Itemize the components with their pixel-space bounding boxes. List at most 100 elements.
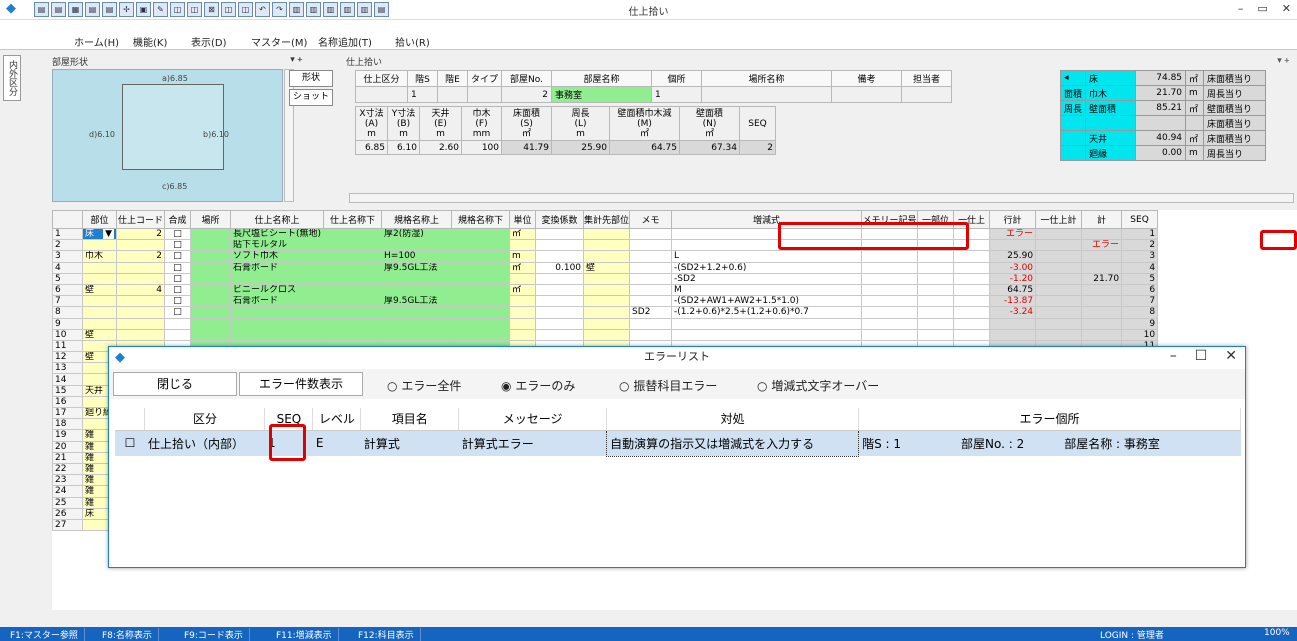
grid-cell[interactable] <box>1035 239 1083 252</box>
grid-cell[interactable] <box>1035 283 1083 297</box>
grid-col-header[interactable]: 一仕上計 <box>1035 210 1083 229</box>
grid-cell[interactable] <box>917 295 955 308</box>
grid-cell[interactable]: 2 <box>1121 239 1159 252</box>
grid-cell[interactable]: エラー <box>989 227 1037 241</box>
grid-cell[interactable] <box>1035 261 1083 274</box>
grid-cell[interactable] <box>629 227 673 241</box>
grid-cell[interactable] <box>535 306 585 319</box>
grid-cell[interactable] <box>323 283 383 297</box>
grid-col-header[interactable]: 集計先部位 <box>583 210 631 229</box>
grid-cell[interactable] <box>82 317 117 330</box>
grid-cell[interactable]: 3 <box>1121 250 1159 263</box>
dim-value[interactable]: 2.60 <box>419 140 462 155</box>
ribbon-pin-icon[interactable]: ▾ ᚐ <box>1277 56 1289 66</box>
grid-col-header[interactable]: 行計 <box>989 210 1037 229</box>
grid-row[interactable]: 8 □ SD2 -(1.2+0.6)*2.5+(1.2+0.6)*0.7 -3.24 8 <box>52 306 1159 319</box>
grid-row[interactable]: 99 <box>52 317 1159 330</box>
info-value[interactable] <box>437 86 468 103</box>
grid-cell[interactable] <box>629 328 673 341</box>
grid-col-header[interactable]: メモ <box>629 210 673 229</box>
menu-view[interactable]: 表示(D) <box>191 34 227 49</box>
grid-cell[interactable] <box>583 328 631 341</box>
grid-cell[interactable]: □ <box>164 227 191 241</box>
info-value[interactable] <box>901 86 953 103</box>
grid-cell[interactable]: 25.90 <box>989 250 1037 263</box>
grid-cell[interactable]: 石膏ボード <box>229 295 325 308</box>
grid-cell[interactable] <box>629 317 673 330</box>
grid-cell[interactable] <box>917 283 955 297</box>
grid-cell[interactable]: ㎡ <box>509 227 537 241</box>
info-value[interactable]: 1 <box>407 86 438 103</box>
grid-row[interactable]: 3 巾木 2 □ ソフト巾木 H=100 m L 25.90 3 <box>52 250 1159 263</box>
grid-cell[interactable]: □ <box>164 250 191 263</box>
grid-cell[interactable] <box>989 239 1037 252</box>
grid-cell[interactable] <box>917 328 955 341</box>
grid-cell[interactable]: ㎡ <box>509 261 537 274</box>
grid-cell[interactable] <box>190 261 231 274</box>
grid-cell[interactable] <box>190 227 231 241</box>
info-value[interactable] <box>831 86 903 103</box>
fkey-account[interactable]: F12:科目表示 <box>352 628 421 641</box>
grid-row[interactable]: 2 □ 貼下モルタル エラー 2 <box>52 239 1159 252</box>
grid-cell[interactable] <box>535 295 585 308</box>
grid-col-header[interactable]: 仕上コード <box>116 210 165 229</box>
grid-cell[interactable] <box>116 239 165 252</box>
grid-cell[interactable]: 9 <box>1121 317 1159 330</box>
grid-cell[interactable] <box>1035 295 1083 308</box>
grid-cell[interactable] <box>1081 227 1123 241</box>
grid-cell[interactable] <box>509 272 537 285</box>
info-value[interactable] <box>701 86 833 103</box>
grid-cell[interactable] <box>583 239 631 252</box>
grid-cell[interactable]: M <box>671 283 863 297</box>
fkey-code[interactable]: F9:コード表示 <box>178 628 250 641</box>
row-checkbox[interactable]: ☐ <box>115 430 145 456</box>
info-value[interactable] <box>355 86 408 103</box>
grid-cell[interactable]: 0.100 <box>535 261 585 274</box>
radio-formula-overflow[interactable]: ○ 増減式文字オーバー <box>757 377 879 394</box>
close-button[interactable]: ✕ <box>1282 2 1291 15</box>
grid-cell[interactable] <box>323 227 383 241</box>
radio-transfer-errors[interactable]: ○ 振替科目エラー <box>619 377 717 394</box>
grid-col-header[interactable] <box>52 210 83 229</box>
grid-cell[interactable]: 巾木 <box>82 250 117 263</box>
grid-cell[interactable] <box>323 261 383 274</box>
grid-cell[interactable] <box>190 283 231 297</box>
dim-value[interactable]: 41.79 <box>501 140 552 155</box>
grid-cell[interactable] <box>509 317 537 330</box>
grid-cell[interactable]: -(SD2+AW1+AW2+1.5*1.0) <box>671 295 863 308</box>
grid-cell[interactable]: 床 ▼ <box>82 227 117 241</box>
grid-cell[interactable]: 10 <box>1121 328 1159 341</box>
grid-cell[interactable] <box>323 295 383 308</box>
grid-row[interactable]: 4 □ 石膏ボード 厚9.5GL工法 ㎡ 0.100 壁 -(SD2+1.2+0.6) -3.0… <box>52 261 1159 274</box>
grid-cell[interactable]: ソフト巾木 <box>229 250 325 263</box>
grid-cell[interactable]: L <box>671 250 863 263</box>
grid-col-header[interactable]: 規格名称下 <box>451 210 511 229</box>
grid-col-header[interactable]: 仕上名称下 <box>323 210 383 229</box>
grid-cell[interactable] <box>323 328 383 341</box>
info-value[interactable]: 事務室 <box>551 86 653 103</box>
minimize-button[interactable]: – <box>1238 2 1244 15</box>
grid-cell[interactable] <box>451 272 511 285</box>
grid-cell[interactable] <box>1081 328 1123 341</box>
grid-cell[interactable] <box>953 295 991 308</box>
grid-cell[interactable] <box>509 328 537 341</box>
grid-cell[interactable] <box>535 328 585 341</box>
grid-cell[interactable] <box>1081 306 1123 319</box>
grid-cell[interactable] <box>229 317 325 330</box>
grid-cell[interactable] <box>629 272 673 285</box>
grid-cell[interactable] <box>323 306 383 319</box>
grid-cell[interactable]: 4 <box>116 283 165 297</box>
grid-cell[interactable] <box>1035 272 1083 285</box>
grid-cell[interactable] <box>1081 250 1123 263</box>
menu-name-add[interactable]: 名称追加(T) <box>318 34 372 49</box>
grid-cell[interactable]: ㎡ <box>509 283 537 297</box>
grid-cell[interactable] <box>116 261 165 274</box>
grid-cell[interactable] <box>535 272 585 285</box>
grid-col-header[interactable]: 仕上名称上 <box>229 210 325 229</box>
grid-row[interactable]: 6 壁 4 □ ビニールクロス㎡ M 64.75 6 <box>52 283 1159 297</box>
grid-cell[interactable] <box>229 272 325 285</box>
grid-cell[interactable]: 2 <box>116 227 165 241</box>
grid-cell[interactable]: -3.24 <box>989 306 1037 319</box>
grid-cell[interactable] <box>953 306 991 319</box>
grid-cell[interactable] <box>1081 317 1123 330</box>
